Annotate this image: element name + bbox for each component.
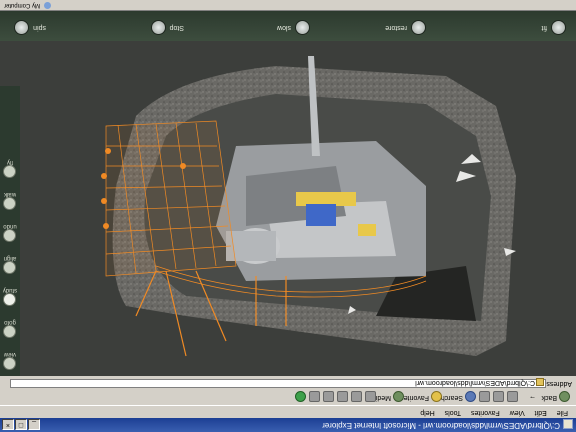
nav-fly-label: fly <box>7 159 13 165</box>
cmd-spin-button[interactable]: spin <box>14 20 46 35</box>
edit-button[interactable] <box>323 389 334 405</box>
nav-view-label: view <box>4 351 17 357</box>
favorites-star-icon <box>431 391 442 403</box>
print-button[interactable] <box>337 389 348 405</box>
title-bar: C:\Qlbrrd\ADES\vrml\dds\loadroom.wrl - M… <box>0 418 576 432</box>
search-label: Search <box>440 394 463 401</box>
menu-favorites[interactable]: Favorites <box>471 406 500 418</box>
status-bar: My Computer <box>0 0 576 11</box>
messenger-button[interactable] <box>295 389 306 405</box>
stop-icon <box>150 20 166 35</box>
search-button[interactable]: Search <box>441 389 476 405</box>
back-arrow-icon <box>559 391 570 403</box>
back-label: Back <box>541 394 557 401</box>
home-button[interactable] <box>479 389 490 405</box>
address-bar: Address C:\Qlbrrd\ADES\vrml\dds\loadroom… <box>0 377 576 389</box>
cmd-stop-button[interactable]: Stop <box>150 20 184 35</box>
discuss-button[interactable] <box>309 389 320 405</box>
security-zone: My Computer <box>4 0 51 10</box>
stop-page-button[interactable] <box>507 389 518 405</box>
edit-icon <box>323 391 334 403</box>
menu-file[interactable]: File <box>557 406 568 418</box>
stop-page-icon <box>507 391 518 403</box>
close-button[interactable]: × <box>2 419 14 430</box>
scene-svg <box>0 41 576 376</box>
yellow-platform <box>296 192 356 206</box>
undo-icon <box>3 229 17 242</box>
address-label: Address <box>546 380 572 387</box>
home-icon <box>479 391 490 403</box>
zone-label: My Computer <box>4 2 41 8</box>
history-button[interactable] <box>365 389 376 405</box>
nav-undo-label: undo <box>3 223 17 229</box>
refresh-icon <box>493 391 504 403</box>
discuss-icon <box>309 391 320 403</box>
fly-icon <box>3 165 17 178</box>
menu-view[interactable]: View <box>510 406 525 418</box>
search-icon <box>465 391 476 403</box>
forward-button[interactable]: → <box>529 389 536 405</box>
cmd-restore-button[interactable]: restore <box>385 20 426 35</box>
nav-fly-button[interactable]: fly <box>2 150 18 180</box>
maximize-button[interactable]: □ <box>15 419 27 430</box>
study-icon <box>3 293 17 306</box>
history-icon <box>365 391 376 403</box>
back-button[interactable]: Back <box>541 389 570 405</box>
view-icon <box>3 357 17 370</box>
cmd-fit-label: fit <box>541 24 547 31</box>
mail-icon <box>351 391 362 403</box>
nav-undo-button[interactable]: undo <box>2 214 18 244</box>
cmd-slow-button[interactable]: slow <box>277 20 310 35</box>
media-button[interactable]: Media <box>372 389 404 405</box>
favorites-button[interactable]: Favorites <box>400 389 442 405</box>
menu-edit[interactable]: Edit <box>535 406 547 418</box>
address-url: C:\Qlbrrd\ADES\vrml\dds\loadroom.wrl <box>415 379 535 386</box>
page-icon <box>536 378 544 386</box>
rotated-screenshot: C:\Qlbrrd\ADES\vrml\dds\loadroom.wrl - M… <box>0 0 576 432</box>
align-icon <box>3 261 17 274</box>
media-icon <box>393 391 404 403</box>
minimize-button[interactable]: _ <box>28 419 40 430</box>
menu-tools[interactable]: Tools <box>445 406 461 418</box>
toolbar: Back → Search Favorites Media <box>0 388 576 406</box>
favorites-label: Favorites <box>400 394 429 401</box>
forward-label: → <box>529 394 536 401</box>
slow-icon <box>295 20 310 35</box>
nav-walk-button[interactable]: walk <box>2 182 18 212</box>
cmd-slow-label: slow <box>276 24 291 31</box>
nav-study-label: study <box>2 287 18 293</box>
walk-icon <box>3 197 17 210</box>
vrml-viewport[interactable] <box>0 41 576 376</box>
cosmo-nav-panel: view goto study align undo walk fly <box>0 86 20 376</box>
menu-help[interactable]: Help <box>420 406 434 418</box>
cmd-stop-label: Stop <box>169 24 184 31</box>
mail-button[interactable] <box>351 389 362 405</box>
address-input[interactable]: C:\Qlbrrd\ADES\vrml\dds\loadroom.wrl <box>10 378 546 388</box>
window-title: C:\Qlbrrd\ADES\vrml\dds\loadroom.wrl - M… <box>322 421 560 430</box>
messenger-icon <box>295 391 306 403</box>
window-controls: _ □ × <box>2 419 40 430</box>
restore-icon <box>411 20 426 35</box>
nav-align-label: align <box>3 255 17 261</box>
nav-align-button[interactable]: align <box>2 246 18 276</box>
nav-goto-label: goto <box>4 319 16 325</box>
cosmo-command-bar: fit restore slow Stop spin <box>0 11 576 41</box>
refresh-button[interactable] <box>493 389 504 405</box>
print-icon <box>337 391 348 403</box>
cmd-spin-label: spin <box>33 24 46 31</box>
goto-icon <box>3 325 17 338</box>
blue-component <box>306 204 336 226</box>
cmd-fit-button[interactable]: fit <box>542 20 566 35</box>
cmd-restore-label: restore <box>385 24 407 31</box>
nav-view-button[interactable]: view <box>2 342 18 372</box>
nav-walk-label: walk <box>4 191 17 197</box>
computer-icon <box>43 2 51 10</box>
ie-icon <box>563 419 573 429</box>
spin-icon <box>14 20 30 35</box>
nav-study-button[interactable]: study <box>2 278 18 308</box>
fit-icon <box>551 20 566 35</box>
yellow-block <box>358 224 376 236</box>
nav-goto-button[interactable]: goto <box>2 310 18 340</box>
menu-bar: File Edit View Favorites Tools Help <box>0 406 576 418</box>
